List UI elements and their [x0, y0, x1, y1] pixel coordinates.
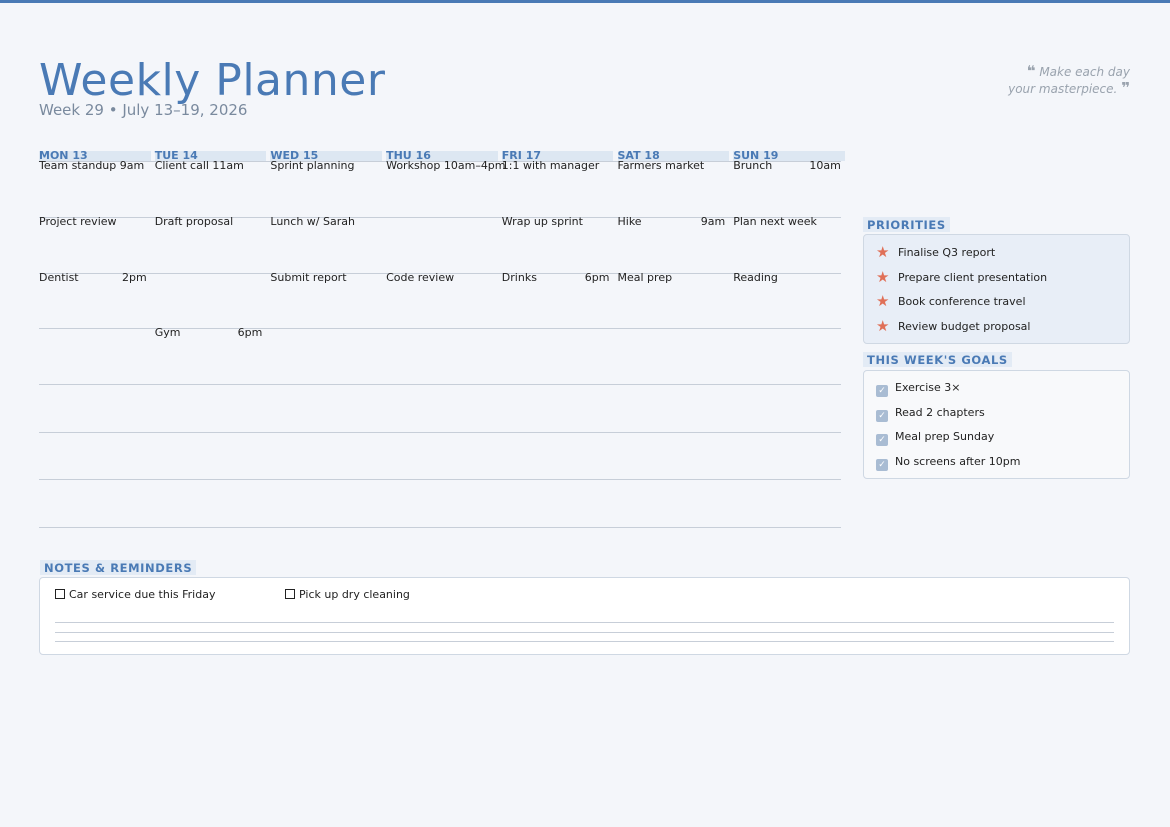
goal-item[interactable]: ✓ Meal prep Sunday — [876, 430, 994, 446]
priorities-label: PRIORITIES — [863, 217, 950, 232]
grid-line — [39, 527, 841, 528]
goal-text: Read 2 chapters — [895, 405, 985, 419]
event-time: 9am — [700, 215, 726, 228]
goals-label: THIS WEEK'S GOALS — [863, 352, 1012, 367]
reminder-text: Car service due this Friday — [69, 588, 216, 601]
checkbox-checked-icon[interactable]: ✓ — [876, 458, 888, 471]
checkbox-checked-icon[interactable]: ✓ — [876, 409, 888, 422]
star-icon: ★ — [876, 292, 890, 310]
reminder-item[interactable]: Pick up dry cleaning — [285, 588, 410, 601]
event-time: 2pm — [121, 271, 147, 284]
event-item[interactable]: Submit report — [270, 271, 346, 284]
priority-text: Review budget proposal — [898, 319, 1031, 333]
event-item[interactable]: Team standup 9am — [39, 159, 144, 172]
goal-text: Exercise 3× — [895, 381, 961, 394]
grid-line — [39, 432, 841, 433]
event-item[interactable]: Sprint planning — [270, 159, 354, 172]
page-title: Weekly Planner — [39, 55, 386, 106]
event-item[interactable]: Lunch w/ Sarah — [270, 215, 355, 228]
notes-panel: Car service due this Friday Pick up dry c… — [39, 577, 1130, 655]
goal-text: Meal prep Sunday — [895, 430, 995, 443]
reminder-text: Pick up dry cleaning — [299, 588, 410, 601]
event-item[interactable]: 1:1 with manager — [502, 159, 599, 172]
note-line — [55, 622, 1114, 623]
event-time: 6pm — [237, 326, 263, 339]
note-line — [55, 632, 1114, 633]
event-time: 6pm — [584, 271, 610, 284]
event-item[interactable]: Workshop 10am–4pm — [386, 159, 505, 172]
notes-label: NOTES & REMINDERS — [40, 560, 197, 575]
star-icon: ★ — [876, 267, 890, 286]
event-item[interactable]: Wrap up sprint — [502, 215, 583, 228]
event-item[interactable]: Code review — [386, 271, 454, 284]
checkbox-empty-icon[interactable] — [55, 589, 65, 599]
close-quote-icon: ❞ — [1121, 79, 1130, 97]
priority-text: Prepare client presentation — [898, 270, 1048, 284]
event-item[interactable]: Meal prep — [618, 271, 673, 284]
priority-text: Book conference travel — [898, 295, 1026, 308]
priority-item[interactable]: ★ Prepare client presentation — [876, 267, 1048, 286]
week-grid: MON 13 TUE 14 WED 15 THU 16 FRI 17 SAT 18 SUN … — [39, 150, 845, 531]
note-line — [55, 641, 1114, 642]
event-item[interactable]: Client call 11am — [155, 159, 244, 172]
event-item[interactable]: Reading — [733, 271, 778, 284]
goal-text: No screens after 10pm — [895, 454, 1021, 468]
priority-item[interactable]: ★ Book conference travel — [876, 294, 1026, 309]
event-item[interactable]: Plan next week — [733, 215, 817, 228]
event-item[interactable]: Farmers market — [618, 159, 705, 172]
star-icon: ★ — [876, 316, 890, 335]
grid-line — [39, 479, 841, 480]
star-icon: ★ — [876, 243, 890, 261]
checkbox-checked-icon[interactable]: ✓ — [876, 434, 888, 446]
priority-item[interactable]: ★ Finalise Q3 report — [876, 245, 995, 260]
motto-quote: ❝ Make each day your masterpiece. ❞ — [910, 63, 1130, 97]
checkbox-checked-icon[interactable]: ✓ — [876, 385, 888, 397]
grid-line — [39, 384, 841, 385]
reminder-item[interactable]: Car service due this Friday — [55, 588, 215, 601]
open-quote-icon: ❝ — [1026, 62, 1036, 80]
quote-line-2: your masterpiece. — [1008, 82, 1118, 96]
event-item[interactable]: Project review — [39, 215, 117, 228]
goal-item[interactable]: ✓ Exercise 3× — [876, 381, 960, 397]
goals-panel: ✓ Exercise 3× ✓ Read 2 chapters ✓ Meal prep S… — [863, 370, 1130, 479]
goal-item[interactable]: ✓ No screens after 10pm — [876, 455, 1020, 471]
week-subtitle: Week 29 • July 13–19, 2026 — [39, 101, 248, 119]
checkbox-empty-icon[interactable] — [285, 589, 295, 599]
priorities-panel: ★ Finalise Q3 report ★ Prepare client prese… — [863, 234, 1130, 344]
event-item[interactable]: Draft proposal — [155, 215, 233, 228]
event-time: 10am — [809, 159, 841, 172]
priority-item[interactable]: ★ Review budget proposal — [876, 316, 1031, 335]
quote-line-1: Make each day — [1039, 65, 1130, 79]
priority-text: Finalise Q3 report — [898, 246, 996, 259]
goal-item[interactable]: ✓ Read 2 chapters — [876, 406, 985, 422]
